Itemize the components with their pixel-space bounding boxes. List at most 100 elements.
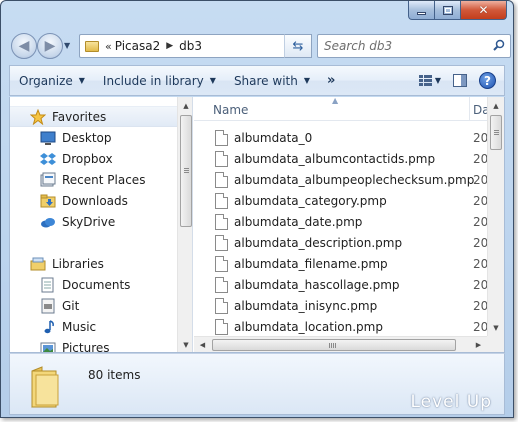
- file-row[interactable]: albumdata_inisync.pmp 201: [194, 295, 504, 316]
- breadcrumb-segment-db3[interactable]: db3: [179, 39, 202, 53]
- file-row[interactable]: albumdata_albumcontactids.pmp 201: [194, 148, 504, 169]
- nav-item-pictures[interactable]: Pictures: [40, 337, 110, 353]
- nav-item-git[interactable]: Git: [40, 295, 79, 316]
- breadcrumb-separator-icon[interactable]: ▶: [166, 41, 173, 51]
- share-with-menu[interactable]: Share with ▼: [225, 66, 319, 95]
- folder-icon: [85, 40, 99, 52]
- recent-pages-dropdown[interactable]: ▼: [64, 41, 70, 50]
- more-commands-button[interactable]: »: [319, 73, 343, 88]
- file-row[interactable]: albumdata_albumpeoplechecksum.pmp 201: [194, 169, 504, 190]
- scroll-right-icon[interactable]: ▶: [470, 337, 487, 352]
- downloads-label: Downloads: [62, 193, 128, 208]
- file-row[interactable]: albumdata_0 201: [194, 127, 504, 148]
- file-name: albumdata_date.pmp: [234, 214, 363, 229]
- file-row[interactable]: albumdata_description.pmp 201: [194, 232, 504, 253]
- skydrive-label: SkyDrive: [62, 214, 116, 229]
- chevron-down-icon: ▼: [303, 76, 310, 85]
- nav-item-desktop[interactable]: Desktop: [40, 127, 112, 148]
- nav-item-documents[interactable]: Documents: [40, 274, 130, 295]
- chevron-down-icon: ▼: [209, 76, 216, 85]
- desktop-icon: [40, 130, 56, 146]
- close-button[interactable]: ✕: [461, 1, 507, 20]
- nav-item-dropbox[interactable]: Dropbox: [40, 148, 113, 169]
- maximize-icon: [442, 5, 453, 15]
- file-row[interactable]: albumdata_location.pmp 201: [194, 316, 504, 337]
- scrollbar-corner: [487, 336, 504, 352]
- chevron-down-icon: ▼: [78, 76, 85, 85]
- file-icon: [215, 192, 228, 209]
- file-name: albumdata_description.pmp: [234, 235, 403, 250]
- favorites-label: Favorites: [52, 109, 107, 124]
- file-list-horizontal-scrollbar[interactable]: ◀ ▶: [194, 336, 487, 352]
- file-row[interactable]: albumdata_date.pmp 201: [194, 211, 504, 232]
- help-button[interactable]: ?: [479, 72, 496, 89]
- nav-item-music[interactable]: Music: [40, 316, 96, 337]
- back-arrow-icon: ◀: [18, 38, 30, 54]
- include-in-library-menu[interactable]: Include in library ▼: [94, 66, 225, 95]
- file-row[interactable]: albumdata_hascollage.pmp 201: [194, 274, 504, 295]
- pictures-label: Pictures: [62, 340, 110, 353]
- organize-menu[interactable]: Organize ▼: [10, 66, 94, 95]
- cloud-icon: [40, 214, 56, 230]
- close-icon: ✕: [478, 3, 489, 17]
- nav-libraries-header[interactable]: Libraries: [30, 253, 104, 274]
- search-input[interactable]: Search db3: [317, 34, 511, 58]
- details-pane: 80 items Level Up: [9, 353, 505, 415]
- file-row[interactable]: albumdata_category.pmp 201: [194, 190, 504, 211]
- file-list-horizontal-scroll-thumb[interactable]: [212, 339, 456, 351]
- preview-pane-icon[interactable]: [453, 74, 467, 87]
- scroll-down-icon[interactable]: ▼: [178, 336, 192, 352]
- file-list-vertical-scrollbar[interactable]: ▲ ▼: [487, 97, 504, 336]
- scroll-up-icon[interactable]: ▲: [488, 97, 504, 114]
- back-button[interactable]: ◀: [11, 33, 37, 59]
- libraries-icon: [30, 256, 46, 272]
- file-icon: [215, 150, 228, 167]
- address-bar[interactable]: « Picasa2 ▶ db3 ▼: [79, 34, 312, 58]
- file-name: albumdata_albumpeoplechecksum.pmp: [234, 172, 475, 187]
- git-library-icon: [40, 298, 56, 314]
- documents-icon: [40, 277, 56, 293]
- navigation-pane-scroll-thumb[interactable]: [180, 115, 192, 227]
- nav-favorites-header[interactable]: Favorites: [10, 106, 177, 127]
- navigation-pane-scrollbar[interactable]: ▲ ▼: [177, 97, 192, 352]
- explorer-window: ✕ ◀ ▶ ▼ « Picasa2 ▶ db3 ▼ ⇆ Search db3: [0, 0, 514, 418]
- music-label: Music: [62, 319, 97, 334]
- change-view-icon[interactable]: [418, 74, 433, 87]
- file-name: albumdata_category.pmp: [234, 193, 387, 208]
- file-icon: [215, 129, 228, 146]
- file-row[interactable]: albumdata_filename.pmp 201: [194, 253, 504, 274]
- music-icon: [40, 319, 56, 335]
- scroll-down-icon[interactable]: ▼: [488, 319, 504, 336]
- search-icon[interactable]: [493, 39, 505, 51]
- file-icon: [215, 318, 228, 335]
- content-area: Favorites Desktop Dropbox Recent Places: [9, 97, 505, 353]
- column-header-row: ▲ Name Dat: [194, 97, 504, 121]
- search-placeholder: Search db3: [324, 39, 393, 53]
- refresh-button[interactable]: ⇆: [284, 34, 312, 58]
- scroll-up-icon[interactable]: ▲: [178, 97, 192, 114]
- forward-arrow-icon: ▶: [44, 38, 56, 54]
- organize-label: Organize: [19, 73, 73, 88]
- file-name: albumdata_hascollage.pmp: [234, 277, 400, 292]
- pictures-icon: [40, 340, 56, 352]
- column-divider[interactable]: [469, 97, 470, 121]
- downloads-folder-icon: [40, 193, 56, 209]
- file-icon: [215, 255, 228, 272]
- scroll-left-icon[interactable]: ◀: [194, 337, 211, 352]
- minimize-button[interactable]: [408, 1, 435, 20]
- item-count: 80 items: [88, 368, 141, 382]
- nav-item-skydrive[interactable]: SkyDrive: [40, 211, 115, 232]
- file-icon: [215, 171, 228, 188]
- column-header-name[interactable]: Name: [213, 103, 248, 117]
- nav-item-downloads[interactable]: Downloads: [40, 190, 128, 211]
- address-overflow-chevron[interactable]: «: [105, 40, 112, 53]
- file-list-vertical-scroll-thumb[interactable]: [490, 115, 502, 150]
- file-icon: [215, 213, 228, 230]
- file-name: albumdata_albumcontactids.pmp: [234, 151, 436, 166]
- maximize-button[interactable]: [435, 1, 461, 20]
- breadcrumb-segment-picasa2[interactable]: Picasa2: [115, 39, 161, 53]
- forward-button[interactable]: ▶: [37, 33, 63, 59]
- nav-item-recent-places[interactable]: Recent Places: [40, 169, 145, 190]
- view-options-dropdown[interactable]: ▼: [435, 76, 441, 85]
- desktop-label: Desktop: [62, 130, 112, 145]
